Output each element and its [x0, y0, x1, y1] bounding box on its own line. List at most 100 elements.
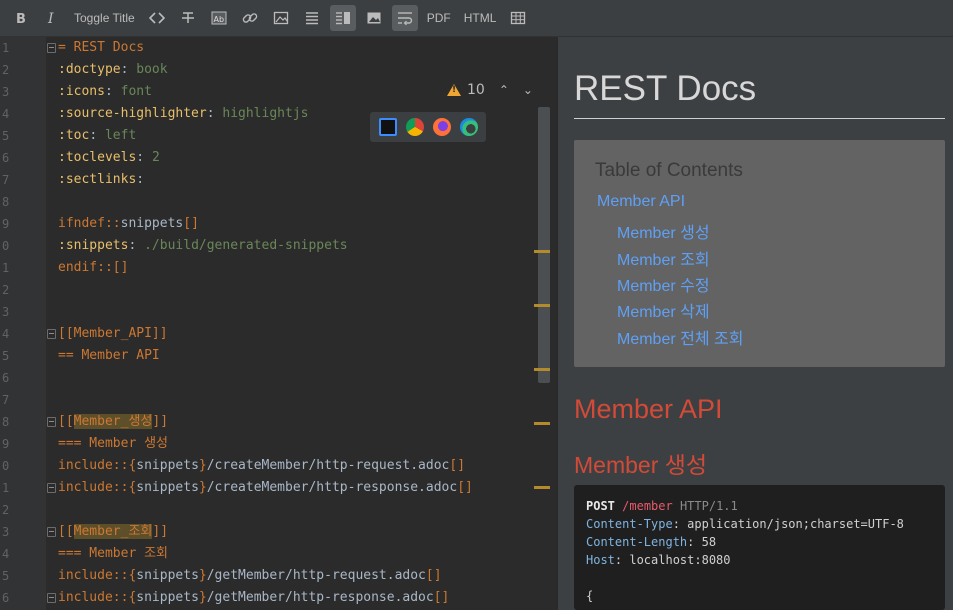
code-line[interactable]: 8 [[Member_생성]]	[0, 411, 551, 433]
code-line[interactable]: 0 include::{snippets}/createMember/http-r…	[0, 455, 551, 477]
toc-link[interactable]: Member 삭제	[617, 298, 710, 322]
strikethrough-icon	[181, 12, 194, 23]
code-token: ifndef::	[58, 216, 121, 231]
line-number: 6	[2, 151, 10, 165]
code-text: == Member API	[58, 345, 160, 367]
preview-only-button[interactable]	[361, 5, 387, 31]
code-token: left	[104, 128, 137, 143]
http-body-start: {	[586, 589, 594, 603]
line-number: 5	[2, 349, 10, 363]
fold-toggle-icon[interactable]	[47, 43, 56, 53]
code-line[interactable]: 9 ifndef::snippets[]	[0, 213, 551, 235]
code-token: snippets	[136, 590, 199, 605]
toc-link[interactable]: Member 생성	[617, 219, 710, 243]
highlight-button[interactable]: Ab	[206, 5, 232, 31]
code-line[interactable]: 6	[0, 367, 551, 389]
code-line[interactable]: 9 === Member 생성	[0, 433, 551, 455]
code-token: ]]	[152, 524, 169, 539]
code-text: :sectlinks:	[58, 169, 144, 191]
http-header-key: Host	[586, 553, 615, 567]
editor-scrollbar[interactable]	[538, 107, 550, 383]
http-method: POST	[586, 499, 615, 513]
html-button[interactable]: HTML	[460, 5, 501, 31]
inspection-widget[interactable]: 10 ⌃ ⌄	[447, 77, 533, 103]
link-button[interactable]	[237, 5, 263, 31]
code-token: 2	[151, 150, 160, 165]
code-line[interactable]: 1 include::{snippets}/createMember/http-r…	[0, 477, 551, 499]
code-line[interactable]: 8	[0, 191, 551, 213]
code-line[interactable]: 1 endif::[]	[0, 257, 551, 279]
html-preview-pane[interactable]: REST Docs Table of Contents Member API Me…	[557, 37, 953, 610]
bold-button[interactable]: B	[8, 5, 34, 31]
image-button[interactable]	[268, 5, 294, 31]
edge-icon[interactable]	[459, 118, 478, 136]
http-protocol: HTTP/1.1	[679, 499, 738, 513]
split-view-button[interactable]	[329, 5, 356, 31]
code-icon	[148, 12, 165, 24]
fold-toggle-icon[interactable]	[47, 483, 56, 493]
next-highlight-icon[interactable]: ⌄	[523, 83, 533, 97]
fold-toggle-icon[interactable]	[47, 329, 56, 339]
warning-marker[interactable]	[534, 422, 550, 425]
editor-toolbar: B I Toggle Title Ab PDF HTML	[0, 0, 953, 37]
code-line[interactable]: 2	[0, 499, 551, 521]
code-token: []	[183, 216, 199, 231]
toc-link[interactable]: Member 수정	[617, 272, 710, 296]
code-text: :icons: font	[58, 81, 152, 103]
chrome-icon[interactable]	[405, 118, 424, 136]
code-text: :toclevels: 2	[58, 147, 160, 169]
toc-link[interactable]: Member 전체 조회	[617, 325, 743, 349]
code-button[interactable]	[144, 5, 170, 31]
code-text: === Member 생성	[58, 433, 168, 455]
code-text: :snippets: ./build/generated-snippets	[58, 235, 348, 257]
warning-marker[interactable]	[534, 250, 550, 253]
toc-title: Table of Contents	[595, 160, 743, 181]
code-token: include::	[58, 590, 129, 605]
warning-marker[interactable]	[534, 368, 550, 371]
code-line[interactable]: 4 === Member 조회	[0, 543, 551, 565]
pdf-button[interactable]: PDF	[423, 5, 455, 31]
code-line[interactable]: 1 = REST Docs	[0, 37, 551, 59]
fold-toggle-icon[interactable]	[47, 417, 56, 427]
previous-highlight-icon[interactable]: ⌃	[499, 83, 509, 97]
code-line[interactable]: 4 [[Member_API]]	[0, 323, 551, 345]
intellij-browser-icon[interactable]	[378, 118, 397, 136]
warning-marker[interactable]	[534, 304, 550, 307]
fold-toggle-icon[interactable]	[47, 593, 56, 603]
code-line[interactable]: 7:sectlinks:	[0, 169, 551, 191]
code-token: highlightjs	[222, 106, 309, 121]
firefox-icon[interactable]	[432, 118, 451, 136]
subsection-heading: Member 생성	[574, 452, 708, 478]
asciidoc-editor[interactable]: 1 = REST Docs 2:doctype: book 3:icons: font…	[0, 37, 551, 610]
line-number: 1	[2, 261, 10, 275]
table-button[interactable]	[505, 5, 531, 31]
toggle-title-button[interactable]: Toggle Title	[70, 5, 139, 31]
fold-toggle-icon[interactable]	[47, 527, 56, 537]
code-line[interactable]: 2	[0, 279, 551, 301]
code-token: }	[198, 480, 207, 495]
code-line[interactable]: 5 == Member API	[0, 345, 551, 367]
toc-link[interactable]: Member API	[597, 193, 685, 211]
code-line[interactable]: 0:snippets: ./build/generated-snippets	[0, 235, 551, 257]
code-token: book	[136, 62, 168, 77]
code-line[interactable]: 6 include::{snippets}/getMember/http-resp…	[0, 587, 551, 609]
code-line[interactable]: 3	[0, 301, 551, 323]
italic-button[interactable]: I	[39, 5, 65, 31]
code-token: :toclevels	[58, 150, 137, 165]
table-of-contents: Table of Contents Member API Member 생성 Mem…	[574, 140, 945, 367]
warning-count: 10	[467, 82, 485, 98]
code-line[interactable]: 3 [[Member_조회]]	[0, 521, 551, 543]
code-line[interactable]: 7	[0, 389, 551, 411]
code-line[interactable]: 6 :toclevels: 2	[0, 147, 551, 169]
code-token: :	[120, 62, 137, 77]
warning-marker[interactable]	[534, 486, 550, 489]
line-number: 8	[2, 195, 10, 209]
code-line[interactable]: 5 include::{snippets}/getMember/http-requ…	[0, 565, 551, 587]
http-header-key: Content-Type	[586, 517, 673, 531]
code-token: :source-highlighter	[58, 106, 207, 121]
toc-link[interactable]: Member 조회	[617, 246, 710, 270]
strikethrough-button[interactable]	[175, 5, 201, 31]
list-button[interactable]	[299, 5, 325, 31]
soft-wrap-button[interactable]	[391, 5, 418, 31]
line-number: 3	[2, 525, 10, 539]
